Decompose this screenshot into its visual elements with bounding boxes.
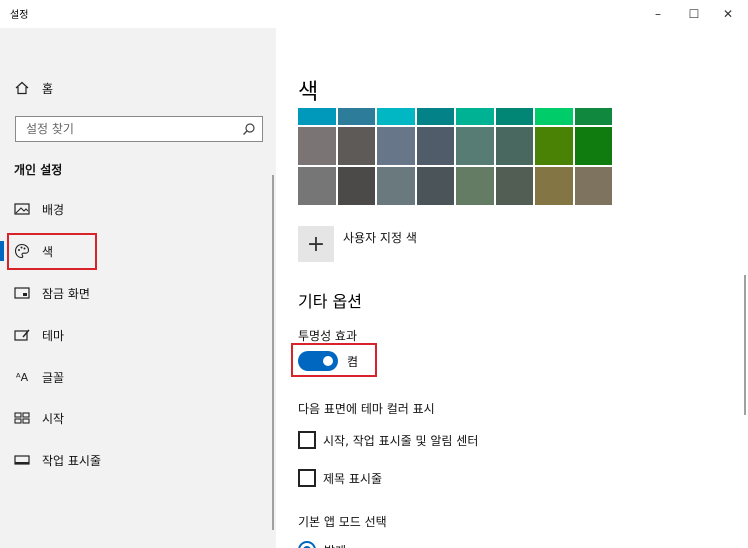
color-swatch[interactable] (574, 108, 612, 125)
content-scrollbar[interactable] (744, 275, 746, 415)
title-bar: 설정 – ☐ ✕ (0, 0, 748, 28)
fonts-icon: ᴬA (15, 370, 29, 384)
sidebar-item-label: 시작 (42, 411, 65, 426)
color-swatch[interactable] (456, 108, 494, 125)
sidebar-item-home[interactable]: 홈 (0, 67, 276, 109)
color-swatch[interactable] (495, 108, 533, 125)
section-title: 개인 설정 (14, 163, 63, 177)
color-swatch[interactable] (298, 127, 336, 165)
home-icon (14, 80, 30, 96)
toggle-knob (323, 356, 333, 366)
color-swatch[interactable] (495, 127, 533, 165)
transparency-toggle[interactable] (298, 351, 338, 371)
minimize-button[interactable]: – (640, 0, 676, 28)
blank-area (532, 480, 748, 548)
search-box[interactable] (15, 116, 263, 142)
sidebar-item-label: 배경 (42, 202, 65, 217)
color-swatch[interactable] (377, 127, 415, 165)
transparency-label: 투명성 효과 (298, 329, 358, 343)
color-swatch[interactable] (416, 108, 454, 125)
color-swatch[interactable] (377, 108, 415, 125)
color-swatch[interactable] (416, 127, 454, 165)
start-icon (14, 410, 30, 426)
sidebar-item-background[interactable]: 배경 (0, 188, 276, 230)
start-taskbar-label[interactable]: 시작, 작업 표시줄 및 알림 센터 (323, 432, 478, 449)
sidebar-item-label: 홈 (42, 81, 54, 96)
swatch-row (298, 127, 614, 165)
sidebar-item-lock-screen[interactable]: 잠금 화면 (0, 272, 276, 314)
color-swatch[interactable] (535, 127, 573, 165)
swatch-row (298, 108, 614, 125)
color-swatch[interactable] (377, 167, 415, 205)
color-swatch[interactable] (574, 127, 612, 165)
search-icon[interactable] (242, 121, 256, 135)
close-button[interactable]: ✕ (710, 0, 746, 28)
taskbar-icon (14, 452, 30, 468)
color-swatch[interactable] (535, 108, 573, 125)
sidebar-item-start[interactable]: 시작 (0, 397, 276, 439)
light-mode-label[interactable]: 밝게 (324, 542, 346, 548)
custom-color-label[interactable]: 사용자 지정 색 (343, 229, 417, 246)
theme-icon (14, 327, 30, 343)
color-swatch[interactable] (495, 167, 533, 205)
more-options-heading: 기타 옵션 (298, 292, 362, 311)
title-bar-checkbox[interactable] (298, 469, 316, 487)
sidebar-item-label: 색 (42, 244, 54, 259)
color-swatch[interactable] (337, 127, 375, 165)
color-swatch[interactable] (298, 108, 336, 125)
sidebar-item-label: 글꼴 (42, 370, 65, 385)
lock-screen-icon (14, 285, 30, 301)
custom-color-button[interactable]: + (298, 226, 334, 262)
color-swatch[interactable] (298, 167, 336, 205)
maximize-button[interactable]: ☐ (676, 0, 712, 28)
palette-icon (14, 243, 30, 259)
sidebar-item-color[interactable]: 색 (0, 230, 276, 272)
sidebar-item-taskbar[interactable]: 작업 표시줄 (0, 439, 276, 481)
color-swatch[interactable] (535, 167, 573, 205)
color-swatch[interactable] (416, 167, 454, 205)
color-swatch[interactable] (337, 167, 375, 205)
window-title: 설정 (10, 10, 29, 21)
background-icon (14, 201, 30, 217)
swatch-row (298, 167, 614, 205)
start-taskbar-checkbox[interactable] (298, 431, 316, 449)
page-title: 색 (298, 80, 319, 105)
sidebar-item-fonts[interactable]: ᴬA 글꼴 (0, 356, 276, 398)
color-swatch-grid (298, 108, 614, 207)
color-swatch[interactable] (574, 167, 612, 205)
color-swatch[interactable] (337, 108, 375, 125)
app-mode-label: 기본 앱 모드 선택 (298, 515, 387, 529)
title-bar-label[interactable]: 제목 표시줄 (323, 470, 382, 487)
accent-surfaces-label: 다음 표면에 테마 컬러 표시 (298, 402, 435, 416)
search-input[interactable] (16, 117, 236, 141)
sidebar-item-label: 잠금 화면 (42, 286, 90, 301)
color-swatch[interactable] (456, 167, 494, 205)
sidebar-item-label: 작업 표시줄 (42, 453, 102, 468)
transparency-state: 켬 (347, 355, 359, 369)
sidebar-item-theme[interactable]: 테마 (0, 314, 276, 356)
sidebar-item-label: 테마 (42, 328, 65, 343)
color-swatch[interactable] (456, 127, 494, 165)
